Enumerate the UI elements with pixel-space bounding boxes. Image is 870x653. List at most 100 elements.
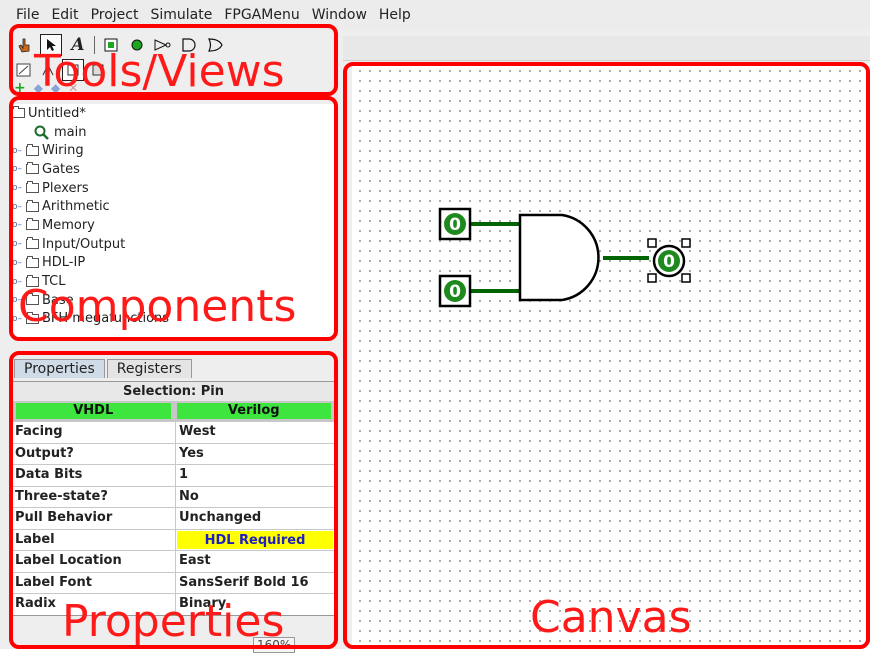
property-row[interactable]: Pull Behavior Unchanged <box>13 507 334 529</box>
tab-properties[interactable]: Properties <box>14 359 105 378</box>
menu-help[interactable]: Help <box>373 7 417 23</box>
tree-folder-row[interactable]: o– Wiring <box>12 141 334 160</box>
tree-folder-label: Arithmetic <box>42 199 110 215</box>
property-key: Label Font <box>13 572 176 593</box>
property-row[interactable]: Label Location East <box>13 550 334 572</box>
tree-folder-label: Plexers <box>42 180 89 196</box>
folder-icon <box>26 274 39 287</box>
not-gate-icon[interactable] <box>153 35 173 55</box>
text-tool-icon[interactable]: A <box>68 35 88 55</box>
expand-icon[interactable]: o– <box>12 277 22 287</box>
zoom-level[interactable]: 160% <box>253 637 296 653</box>
expand-icon[interactable]: o– <box>12 314 22 324</box>
tree-folder-row[interactable]: o– Input/Output <box>12 235 334 254</box>
tree-folder-label: Wiring <box>42 143 84 159</box>
and-gate[interactable] <box>518 213 600 302</box>
toolbar-views <box>14 59 108 81</box>
property-value[interactable]: SansSerif Bold 16 <box>176 573 334 594</box>
toolbar-separator <box>94 36 95 54</box>
tree-folder-row[interactable]: o– TCL <box>12 272 334 291</box>
property-value[interactable]: 1 <box>176 465 334 486</box>
selection-handle[interactable] <box>647 238 657 248</box>
property-value[interactable]: West <box>176 422 334 443</box>
folder-icon <box>26 199 39 212</box>
vhdl-button[interactable]: VHDL <box>16 403 171 419</box>
menu-bar: File Edit Project Simulate FPGAMenu Wind… <box>0 0 870 30</box>
tree-folder-label: BFH megafunctions <box>42 311 170 327</box>
property-row[interactable]: Facing West <box>13 421 334 443</box>
toolbar-primary: A <box>14 34 225 56</box>
folder-icon <box>26 181 39 194</box>
property-key: Label Location <box>13 551 176 572</box>
property-row[interactable]: Label HDL Required <box>13 528 334 550</box>
output-pin-selected[interactable]: 0 <box>647 238 691 283</box>
add-circuit-icon[interactable]: + <box>14 80 26 96</box>
menu-fpga[interactable]: FPGAMenu <box>218 7 305 23</box>
magnifier-icon <box>34 125 49 140</box>
expand-icon[interactable]: o– <box>12 146 22 156</box>
and-gate-icon[interactable] <box>179 35 199 55</box>
move-down-icon[interactable]: ◆ <box>51 81 60 95</box>
property-value[interactable]: Yes <box>176 444 334 465</box>
simulation-view-icon[interactable] <box>88 60 108 80</box>
properties-tabs: Properties Registers <box>14 359 194 378</box>
tree-folder-row[interactable]: o– Memory <box>12 216 334 235</box>
tree-folder-row[interactable]: o– HDL-IP <box>12 254 334 273</box>
property-value[interactable]: Unchanged <box>176 508 334 529</box>
move-up-icon[interactable]: ◆ <box>34 81 43 95</box>
selection-handle[interactable] <box>681 238 691 248</box>
menu-edit[interactable]: Edit <box>45 7 84 23</box>
tree-folder-row[interactable]: o– Arithmetic <box>12 197 334 216</box>
property-row[interactable]: Radix Binary <box>13 593 334 615</box>
verilog-button[interactable]: Verilog <box>176 403 331 419</box>
property-row[interactable]: Output? Yes <box>13 442 334 465</box>
expand-icon[interactable]: o– <box>12 183 22 193</box>
or-gate-icon[interactable] <box>205 35 225 55</box>
remove-circuit-icon[interactable]: ✕ <box>68 81 78 95</box>
folder-icon <box>26 143 39 156</box>
input-pin[interactable]: 0 <box>438 274 472 308</box>
expand-icon[interactable]: o– <box>12 239 22 249</box>
expand-icon[interactable]: o– <box>12 295 22 305</box>
poke-tool-icon[interactable] <box>14 35 34 55</box>
edit-layout-icon[interactable] <box>14 60 34 80</box>
tree-folder-label: Memory <box>42 217 95 233</box>
selection-handle[interactable] <box>647 273 657 283</box>
expand-icon[interactable]: o– <box>12 258 22 268</box>
label-required-value[interactable]: HDL Required <box>177 530 333 549</box>
expand-icon[interactable]: o– <box>12 202 22 212</box>
project-toolbox-icon[interactable] <box>62 59 84 81</box>
expand-icon[interactable]: o– <box>12 220 22 230</box>
tree-folder-label: TCL <box>42 274 66 290</box>
tree-folder-row[interactable]: o– Plexers <box>12 179 334 198</box>
tree-root[interactable]: Untitled* <box>12 104 334 123</box>
menu-simulate[interactable]: Simulate <box>144 7 218 23</box>
property-value[interactable]: East <box>176 551 334 572</box>
property-value[interactable]: Binary <box>176 594 334 615</box>
input-pin[interactable]: 0 <box>438 207 472 241</box>
tree-folder-row[interactable]: o– Gates <box>12 160 334 179</box>
expand-icon[interactable]: o– <box>12 164 22 174</box>
property-key: Facing <box>13 422 176 443</box>
tree-folder-row[interactable]: o– BFH megafunctions <box>12 310 334 329</box>
tree-main-label: main <box>54 124 87 140</box>
select-tool-icon[interactable] <box>40 34 62 56</box>
selection-handle[interactable] <box>681 273 691 283</box>
property-row[interactable]: Label Font SansSerif Bold 16 <box>13 571 334 594</box>
tab-registers[interactable]: Registers <box>106 359 192 378</box>
edit-appearance-icon[interactable] <box>38 60 58 80</box>
canvas-top-strip <box>343 36 870 61</box>
tree-folder-row[interactable]: o– Base <box>12 291 334 310</box>
property-row[interactable]: Data Bits 1 <box>13 464 334 486</box>
property-key: Three-state? <box>13 486 176 507</box>
output-pin-icon[interactable] <box>127 35 147 55</box>
menu-window[interactable]: Window <box>306 7 373 23</box>
property-value[interactable]: No <box>176 487 334 508</box>
tree-folder-label: Base <box>42 292 74 308</box>
menu-project[interactable]: Project <box>85 7 145 23</box>
toolbar-tree-actions: + ◆ ◆ ✕ <box>14 80 78 96</box>
property-row[interactable]: Three-state? No <box>13 485 334 508</box>
tree-main-circuit[interactable]: main <box>12 123 334 142</box>
menu-file[interactable]: File <box>0 7 45 23</box>
input-pin-icon[interactable] <box>101 35 121 55</box>
